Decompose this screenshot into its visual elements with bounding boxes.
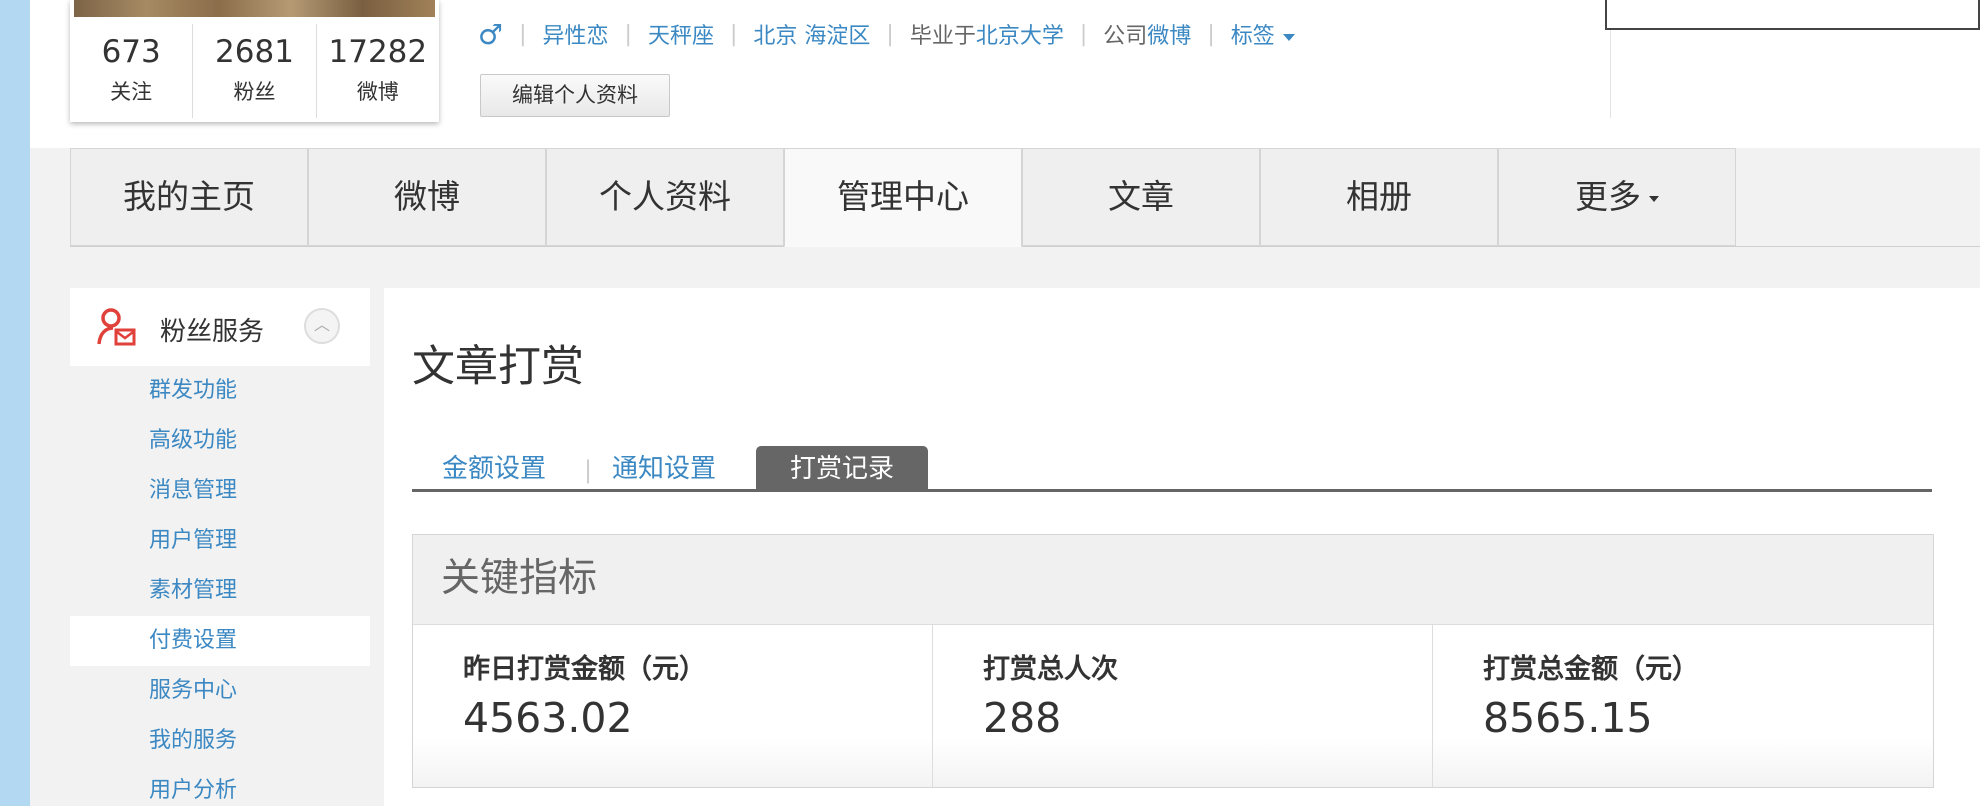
metric-total-count: 打赏总人次 288 [933,625,1433,787]
metric-value: 288 [983,694,1062,742]
sidebar: 粉丝服务 ︿ 群发功能 高级功能 消息管理 用户管理 素材管理 付费设置 服务中… [70,288,370,806]
separator: | [1207,21,1215,47]
company-link[interactable]: 微博 [1147,18,1191,50]
zodiac-link[interactable]: 天秤座 [648,18,714,50]
tab-weibo[interactable]: 微博 [308,148,546,246]
separator: | [886,21,894,47]
main-nav-tabs: 我的主页 微博 个人资料 管理中心 文章 相册 更多 [70,148,1980,247]
stat-value: 2681 [215,34,294,70]
sidebar-item-payment-settings[interactable]: 付费设置 [70,616,370,666]
tab-profile[interactable]: 个人资料 [546,148,784,246]
separator: | [624,21,632,47]
sidebar-item-service-center[interactable]: 服务中心 [70,666,370,716]
stat-followers[interactable]: 2681 粉丝 [193,24,317,118]
sidebar-item-advanced[interactable]: 高级功能 [70,416,370,466]
sidebar-item-messages[interactable]: 消息管理 [70,466,370,516]
metric-label: 打赏总人次 [983,654,1118,685]
sidebar-item-mass-send[interactable]: 群发功能 [70,366,370,416]
profile-header: 673 关注 2681 粉丝 17282 微博 ♂ | 异性恋 | 天秤座 | … [30,0,1980,148]
sidebar-item-my-services[interactable]: 我的服务 [70,716,370,766]
stat-value: 673 [101,34,161,70]
stat-posts[interactable]: 17282 微博 [317,24,439,118]
popup-panel [1605,0,1980,30]
collapse-up-icon[interactable]: ︿ [304,308,340,344]
caret-down-icon [1649,195,1659,202]
page-edge-strip [0,0,30,806]
stat-following[interactable]: 673 关注 [70,24,194,118]
tab-reward-records[interactable]: 打赏记录 [756,446,928,492]
key-metrics-panel: 关键指标 昨日打赏金额（元） 4563.02 打赏总人次 288 打赏总金额（元… [412,534,1934,788]
separator: | [1079,21,1088,47]
metric-value: 4563.02 [463,694,633,742]
subtabs: 金额设置 | 通知设置 打赏记录 [412,446,1932,492]
school-link[interactable]: 北京大学 [976,18,1064,50]
sidebar-item-materials[interactable]: 素材管理 [70,566,370,616]
caret-down-icon [1282,33,1295,41]
graduated-prefix: 毕业于 [909,24,976,49]
orientation-link[interactable]: 异性恋 [543,18,609,50]
company-prefix: 公司 [1103,24,1148,49]
metric-yesterday-amount: 昨日打赏金额（元） 4563.02 [413,625,933,787]
profile-card: 673 关注 2681 粉丝 17282 微博 [70,0,439,122]
tab-more[interactable]: 更多 [1498,148,1736,246]
tab-amount-settings[interactable]: 金额设置 [442,446,546,492]
tab-management-center[interactable]: 管理中心 [784,148,1022,247]
cover-image [74,0,435,17]
metric-total-amount: 打赏总金额（元） 8565.15 [1433,625,1933,787]
sidebar-item-user-analysis[interactable]: 用户分析 [70,766,370,806]
tab-articles[interactable]: 文章 [1022,148,1260,246]
male-gender-icon: ♂ [478,17,504,51]
metric-value: 8565.15 [1483,694,1653,742]
metric-label: 打赏总金额（元） [1483,654,1699,685]
location-link[interactable]: 北京 海淀区 [753,18,870,50]
tab-notification-settings[interactable]: 通知设置 [612,446,716,492]
metric-label: 昨日打赏金额（元） [463,654,706,685]
page-title: 文章打赏 [412,342,584,392]
page: 673 关注 2681 粉丝 17282 微博 ♂ | 异性恋 | 天秤座 | … [30,0,1980,806]
stat-label: 关注 [110,80,153,104]
tags-dropdown[interactable]: 标签 [1231,18,1295,50]
tab-more-label: 更多 [1575,177,1641,216]
fans-service-icon [97,308,136,346]
key-metrics-heading: 关键指标 [413,535,1933,625]
stat-value: 17282 [328,34,428,70]
tab-album[interactable]: 相册 [1260,148,1498,246]
stat-label: 微博 [356,80,399,104]
sidebar-section-header[interactable]: 粉丝服务 ︿ [70,288,370,366]
separator: | [519,21,527,47]
profile-stats: 673 关注 2681 粉丝 17282 微博 [70,24,439,118]
main-content: 文章打赏 金额设置 | 通知设置 打赏记录 关键指标 昨日打赏金额（元） 456… [384,288,1980,806]
separator: | [729,21,738,47]
tags-label: 标签 [1230,24,1275,49]
profile-info-line: ♂ | 异性恋 | 天秤座 | 北京 海淀区 | 毕业于 北京大学 | 公司 微博 … [478,14,1295,54]
key-metrics-row: 昨日打赏金额（元） 4563.02 打赏总人次 288 打赏总金额（元） 856… [413,625,1933,787]
tab-my-home[interactable]: 我的主页 [70,148,308,246]
separator: | [584,456,593,484]
edit-profile-button[interactable]: 编辑个人资料 [480,74,670,117]
sidebar-section-title: 粉丝服务 [160,317,265,347]
sidebar-item-users[interactable]: 用户管理 [70,516,370,566]
stat-label: 粉丝 [233,80,276,104]
